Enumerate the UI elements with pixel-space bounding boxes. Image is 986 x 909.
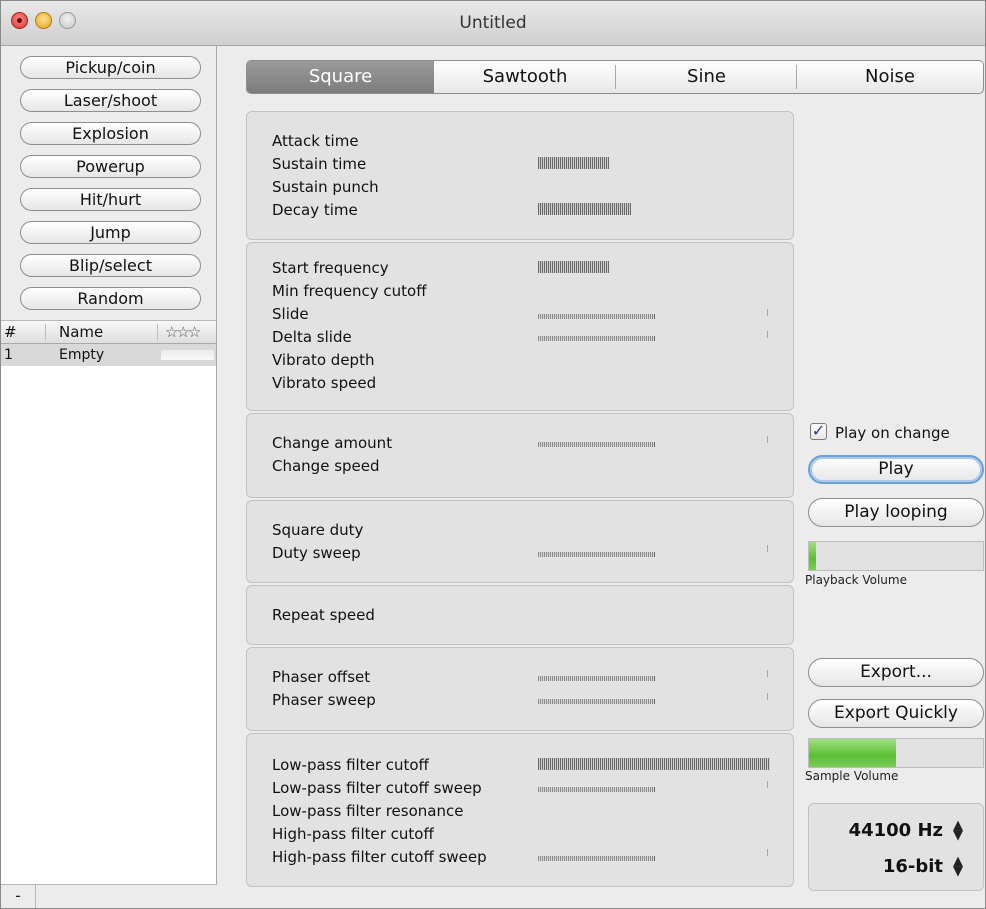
play-looping-button[interactable]: Play looping <box>808 498 984 527</box>
playback-volume-label: Playback Volume <box>805 573 907 587</box>
start-frequency-label: Start frequency <box>272 259 389 277</box>
decay-time-slider[interactable] <box>538 203 631 215</box>
duty-sweep-label: Duty sweep <box>272 544 361 562</box>
list-item[interactable]: 1 Empty <box>1 344 216 366</box>
duty-group: Square duty Duty sweep <box>246 500 794 583</box>
slider-end-tick <box>767 670 768 677</box>
decay-time-label: Decay time <box>272 201 358 219</box>
export-button[interactable]: Export... <box>808 658 984 687</box>
sustain-punch-label: Sustain punch <box>272 178 379 196</box>
low-pass-cutoff-label: Low-pass filter cutoff <box>272 756 429 774</box>
phaser-group: Phaser offset Phaser sweep <box>246 647 794 731</box>
column-header-name[interactable]: Name <box>59 323 103 341</box>
high-pass-cutoff-sweep-label: High-pass filter cutoff sweep <box>272 848 487 866</box>
playback-volume-fill <box>809 542 816 570</box>
column-header-rating[interactable]: ☆☆☆ <box>165 323 201 341</box>
duty-sweep-slider[interactable] <box>538 552 655 557</box>
filters-group: Low-pass filter cutoff Low-pass filter c… <box>246 733 794 887</box>
row-name: Empty <box>59 347 105 363</box>
low-pass-cutoff-slider[interactable] <box>538 758 770 770</box>
slider-end-tick <box>767 309 768 316</box>
sustain-time-label: Sustain time <box>272 155 367 173</box>
list-footer: - <box>1 884 217 908</box>
slide-slider[interactable] <box>538 314 655 319</box>
low-pass-cutoff-sweep-label: Low-pass filter cutoff sweep <box>272 779 482 797</box>
low-pass-resonance-label: Low-pass filter resonance <box>272 802 464 820</box>
slider-end-tick <box>767 781 768 788</box>
change-group: Change amount Change speed <box>246 413 794 498</box>
playback-volume-slider[interactable] <box>808 541 984 571</box>
sample-volume-slider[interactable] <box>808 738 984 768</box>
play-on-change-label[interactable]: Play on change <box>835 424 950 442</box>
change-amount-slider[interactable] <box>538 442 655 447</box>
preset-pickup-coin-button[interactable]: Pickup/coin <box>20 56 201 79</box>
sample-volume-label: Sample Volume <box>805 769 899 783</box>
change-speed-label: Change speed <box>272 457 380 475</box>
play-button[interactable]: Play <box>808 455 984 484</box>
sustain-time-slider[interactable] <box>538 157 609 169</box>
preset-blip-select-button[interactable]: Blip/select <box>20 254 201 277</box>
column-header-number[interactable]: # <box>4 323 17 341</box>
title-bar[interactable]: Untitled <box>1 1 985 46</box>
remove-sound-button[interactable]: - <box>1 885 36 908</box>
row-rating[interactable] <box>161 350 214 360</box>
preset-powerup-button[interactable]: Powerup <box>20 155 201 178</box>
sample-rate-value[interactable]: 44100 Hz <box>849 820 943 841</box>
column-divider <box>157 324 158 340</box>
app-window: Untitled Pickup/coin Laser/shoot Explosi… <box>0 0 986 909</box>
preset-explosion-button[interactable]: Explosion <box>20 122 201 145</box>
column-divider <box>45 324 46 340</box>
frequency-group: Start frequency Min frequency cutoff Sli… <box>246 242 794 411</box>
sample-rate-stepper-icon[interactable]: ▲ ▼ <box>953 819 963 842</box>
delta-slide-label: Delta slide <box>272 328 352 346</box>
sidebar: Pickup/coin Laser/shoot Explosion Poweru… <box>1 46 217 908</box>
square-duty-label: Square duty <box>272 521 364 539</box>
sound-list[interactable]: # Name ☆☆☆ 1 Empty <box>1 320 216 908</box>
waveform-selector: Square Sawtooth Sine Noise <box>246 60 984 94</box>
min-frequency-cutoff-label: Min frequency cutoff <box>272 282 427 300</box>
slider-end-tick <box>767 545 768 552</box>
slide-label: Slide <box>272 305 309 323</box>
start-frequency-slider[interactable] <box>538 261 609 273</box>
preset-random-button[interactable]: Random <box>20 287 201 310</box>
delta-slide-slider[interactable] <box>538 336 655 341</box>
window-title: Untitled <box>459 13 527 33</box>
high-pass-cutoff-sweep-slider[interactable] <box>538 856 655 861</box>
vibrato-speed-label: Vibrato speed <box>272 374 377 392</box>
low-pass-cutoff-sweep-slider[interactable] <box>538 787 655 792</box>
tab-sawtooth[interactable]: Sawtooth <box>434 61 616 93</box>
slider-end-tick <box>767 331 768 338</box>
phaser-sweep-slider[interactable] <box>538 699 655 704</box>
tab-noise[interactable]: Noise <box>797 61 983 93</box>
phaser-sweep-label: Phaser sweep <box>272 691 376 709</box>
slider-end-tick <box>767 849 768 856</box>
preset-laser-shoot-button[interactable]: Laser/shoot <box>20 89 201 112</box>
preset-hit-hurt-button[interactable]: Hit/hurt <box>20 188 201 211</box>
envelope-group: Attack time Sustain time Sustain punch D… <box>246 111 794 240</box>
checkmark-icon: ✓ <box>811 421 826 440</box>
play-on-change-checkbox[interactable]: ✓ <box>810 423 827 440</box>
phaser-offset-label: Phaser offset <box>272 668 371 686</box>
slider-end-tick <box>767 436 768 443</box>
tab-square[interactable]: Square <box>247 61 434 93</box>
preset-jump-button[interactable]: Jump <box>20 221 201 244</box>
bit-depth-stepper-icon[interactable]: ▲ ▼ <box>953 855 963 878</box>
repeat-group: Repeat speed <box>246 585 794 645</box>
sample-volume-fill <box>809 739 896 767</box>
phaser-offset-slider[interactable] <box>538 676 655 681</box>
attack-time-label: Attack time <box>272 132 359 150</box>
tab-sine[interactable]: Sine <box>616 61 797 93</box>
change-amount-label: Change amount <box>272 434 393 452</box>
row-number: 1 <box>4 347 13 363</box>
high-pass-cutoff-label: High-pass filter cutoff <box>272 825 434 843</box>
bit-depth-value[interactable]: 16-bit <box>883 856 943 877</box>
slider-end-tick <box>767 693 768 700</box>
vibrato-depth-label: Vibrato depth <box>272 351 375 369</box>
format-panel: 44100 Hz ▲ ▼ 16-bit ▲ ▼ <box>808 803 984 891</box>
export-quickly-button[interactable]: Export Quickly <box>808 699 984 728</box>
repeat-speed-label: Repeat speed <box>272 606 375 624</box>
sound-list-header: # Name ☆☆☆ <box>1 321 216 344</box>
